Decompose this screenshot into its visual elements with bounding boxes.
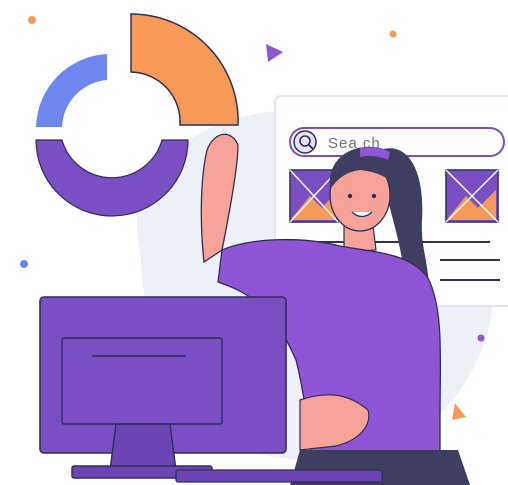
triangle-decor-icon: [266, 44, 283, 62]
decor-dot-orange-2: [389, 30, 397, 38]
decor-dot-orange-1: [28, 16, 36, 24]
illustration-canvas: Sea ch: [0, 0, 508, 485]
decor-dot-blue-1: [20, 260, 28, 268]
keyboard: [175, 469, 383, 483]
triangle-decor-orange-icon: [452, 403, 466, 420]
image-placeholder-icon-2: [445, 169, 499, 223]
woman-with-computer-illustration: Sea ch: [20, 13, 508, 485]
magnifier-icon: [293, 130, 317, 154]
decor-dot-purple-1: [477, 334, 485, 342]
monitor-icon: [39, 296, 287, 479]
